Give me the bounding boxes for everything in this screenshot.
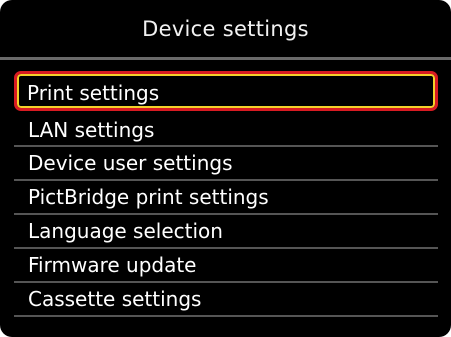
menu-item-language-selection[interactable]: Language selection (14, 215, 438, 247)
menu-divider (14, 145, 438, 147)
menu-divider (14, 281, 438, 283)
menu-divider (14, 179, 438, 181)
menu-item-print-settings[interactable]: Print settings (14, 71, 438, 111)
device-settings-screen: Device settings Print settings LAN setti… (0, 0, 451, 337)
menu-item-cassette-settings[interactable]: Cassette settings (14, 283, 438, 315)
menu-divider (14, 315, 438, 317)
menu-item-device-user-settings[interactable]: Device user settings (14, 147, 438, 179)
settings-menu: Print settings LAN settings Device user … (0, 0, 451, 337)
menu-divider (14, 247, 438, 249)
menu-item-firmware-update[interactable]: Firmware update (14, 249, 438, 281)
menu-divider (14, 213, 438, 215)
menu-item-pictbridge-print-settings[interactable]: PictBridge print settings (14, 181, 438, 213)
menu-item-lan-settings[interactable]: LAN settings (14, 114, 438, 146)
